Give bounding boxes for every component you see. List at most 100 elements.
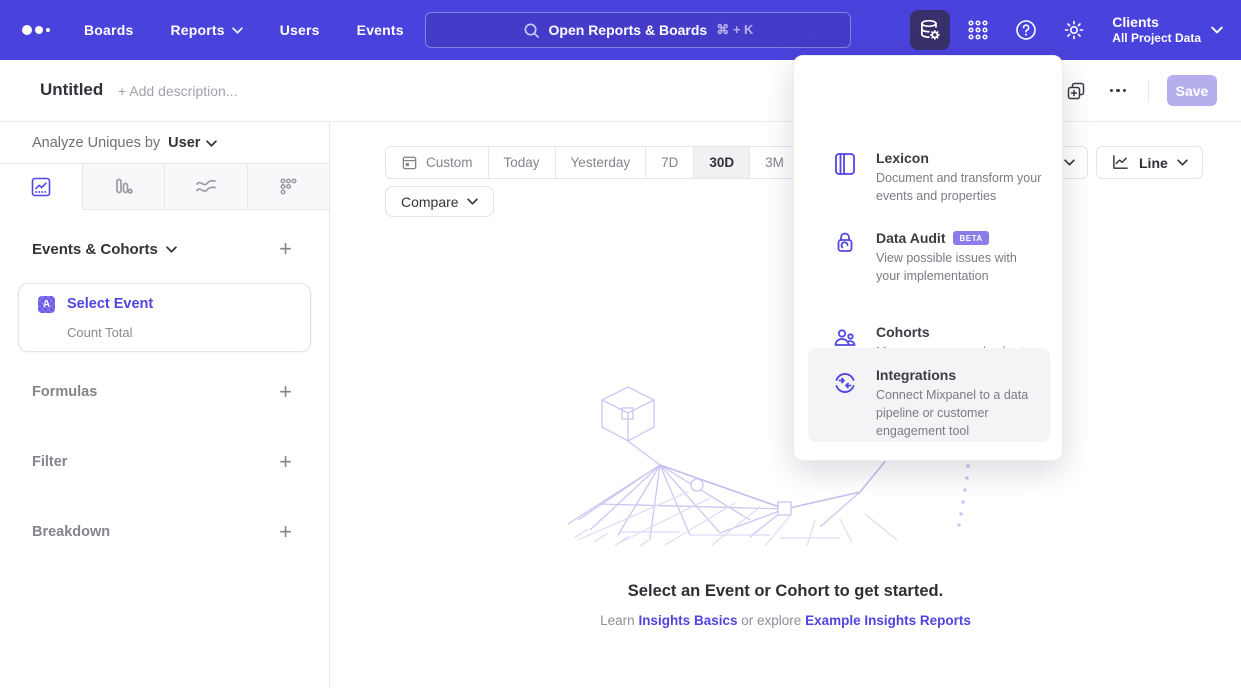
header-actions: Save: [1064, 75, 1217, 106]
example-insights-reports-link[interactable]: Example Insights Reports: [805, 613, 971, 628]
chevron-down-icon: [232, 27, 243, 34]
date-range-30d[interactable]: 30D: [693, 147, 749, 178]
report-title[interactable]: Untitled: [40, 80, 103, 100]
duplicate-icon[interactable]: [1064, 79, 1088, 103]
menu-item-title: Integrations: [876, 367, 956, 383]
analyze-by-selector[interactable]: Analyze Uniques by User: [0, 122, 329, 163]
date-range-today[interactable]: Today: [488, 147, 555, 178]
project-name: All Project Data: [1112, 31, 1201, 46]
breakdown-label: Breakdown: [32, 524, 110, 540]
org-name: Clients: [1112, 14, 1201, 32]
global-search-input[interactable]: Open Reports & Boards ⌘ + K: [425, 12, 851, 48]
data-management-menu: Lexicon Document and transform your even…: [793, 55, 1063, 461]
chart-type-label: Line: [1139, 155, 1168, 171]
calendar-icon: [401, 154, 418, 171]
search-placeholder: Open Reports & Boards: [549, 22, 708, 38]
nav-item-boards[interactable]: Boards: [84, 22, 133, 38]
formulas-section: Formulas +: [32, 381, 292, 403]
chart-type-dropdown[interactable]: Line: [1096, 146, 1203, 179]
insights-basics-link[interactable]: Insights Basics: [638, 613, 737, 628]
events-cohorts-header: Events & Cohorts +: [0, 210, 329, 260]
menu-item-text: Lexicon Document and transform your even…: [876, 150, 1044, 206]
menu-item-data-audit[interactable]: Data Audit BETA View possible issues wit…: [808, 230, 1050, 286]
data-audit-icon: [831, 230, 859, 258]
date-range-label: Yesterday: [571, 155, 631, 170]
nav-item-label: Events: [357, 22, 404, 38]
primary-nav: Boards Reports Users Events: [84, 22, 404, 38]
date-range-control: Custom Today Yesterday 7D 30D 3M 6M: [385, 146, 850, 179]
formulas-label: Formulas: [32, 384, 97, 400]
top-navbar: Boards Reports Users Events Open Reports…: [0, 0, 1241, 60]
analyze-value[interactable]: User: [168, 135, 217, 151]
project-switcher[interactable]: Clients All Project Data: [1112, 14, 1223, 47]
menu-item-description: Connect Mixpanel to a data pipeline or c…: [876, 387, 1044, 440]
nav-item-label: Boards: [84, 22, 133, 38]
menu-item-title: Data Audit: [876, 230, 945, 246]
chart-type-tabs: [0, 163, 329, 210]
data-management-icon[interactable]: [910, 10, 950, 50]
flow-chart-icon[interactable]: [164, 164, 247, 209]
help-icon[interactable]: [1006, 10, 1046, 50]
nav-item-users[interactable]: Users: [280, 22, 320, 38]
bar-chart-icon[interactable]: [82, 164, 165, 209]
empty-state-links: Learn Insights Basics or explore Example…: [330, 613, 1241, 628]
lexicon-book-icon: [831, 150, 859, 178]
beta-badge: BETA: [953, 231, 988, 245]
date-range-custom[interactable]: Custom: [386, 147, 488, 178]
integrations-icon: [831, 369, 859, 397]
event-badge: A: [38, 296, 55, 313]
line-chart-icon[interactable]: [0, 164, 82, 209]
add-formula-button[interactable]: +: [279, 381, 292, 403]
compare-label: Compare: [401, 194, 459, 210]
nav-item-label: Users: [280, 22, 320, 38]
nav-item-reports[interactable]: Reports: [170, 22, 242, 38]
query-builder-sidebar: Analyze Uniques by User: [0, 122, 330, 688]
more-icon[interactable]: [1106, 79, 1130, 103]
date-range-label: 30D: [709, 155, 734, 170]
events-cohorts-toggle[interactable]: Events & Cohorts: [32, 241, 177, 258]
app-window: Boards Reports Users Events Open Reports…: [0, 0, 1241, 688]
search-shortcut: ⌘ + K: [716, 22, 753, 38]
apps-grid-icon[interactable]: [958, 10, 998, 50]
add-breakdown-button[interactable]: +: [279, 521, 292, 543]
date-range-yesterday[interactable]: Yesterday: [555, 147, 646, 178]
add-filter-button[interactable]: +: [279, 451, 292, 473]
nav-item-label: Reports: [170, 22, 224, 38]
filter-label: Filter: [32, 454, 67, 470]
menu-item-title: Lexicon: [876, 150, 929, 166]
or-explore-text: or explore: [741, 613, 801, 628]
divider: [1148, 80, 1149, 102]
compare-dropdown[interactable]: Compare: [385, 186, 494, 217]
add-event-button[interactable]: +: [279, 238, 292, 260]
date-range-label: Custom: [426, 155, 473, 170]
menu-item-description: Document and transform your events and p…: [876, 170, 1044, 206]
menu-item-integrations[interactable]: Integrations Connect Mixpanel to a data …: [808, 348, 1050, 442]
date-range-3m[interactable]: 3M: [749, 147, 799, 178]
report-description-input[interactable]: + Add description...: [118, 83, 237, 99]
date-range-7d[interactable]: 7D: [645, 147, 693, 178]
menu-item-title: Cohorts: [876, 324, 930, 340]
breakdown-section: Breakdown +: [32, 521, 292, 543]
menu-item-lexicon[interactable]: Lexicon Document and transform your even…: [808, 140, 1050, 206]
menu-item-description: View possible issues with your implement…: [876, 250, 1044, 286]
menu-item-text: Integrations Connect Mixpanel to a data …: [876, 367, 1044, 440]
save-button[interactable]: Save: [1167, 75, 1217, 106]
event-card[interactable]: A Select Event Count Total: [18, 283, 311, 352]
mixpanel-logo-icon[interactable]: [22, 25, 56, 35]
count-type-selector[interactable]: Count Total: [67, 325, 133, 340]
menu-item-text: Data Audit BETA View possible issues wit…: [876, 230, 1044, 286]
search-icon: [523, 22, 540, 39]
navbar-right: Clients All Project Data: [910, 0, 1223, 60]
select-event-button[interactable]: Select Event: [67, 296, 153, 312]
events-cohorts-label: Events & Cohorts: [32, 241, 158, 258]
retention-grid-icon[interactable]: [247, 164, 330, 209]
filter-section: Filter +: [32, 451, 292, 473]
nav-item-events[interactable]: Events: [357, 22, 404, 38]
date-range-label: 7D: [661, 155, 678, 170]
line-chart-icon: [1111, 154, 1130, 171]
settings-icon[interactable]: [1054, 10, 1094, 50]
date-range-label: 3M: [765, 155, 784, 170]
analyze-value-text: User: [168, 135, 200, 151]
analyze-label: Analyze Uniques by: [32, 135, 160, 151]
empty-state-headline: Select an Event or Cohort to get started…: [330, 582, 1241, 601]
